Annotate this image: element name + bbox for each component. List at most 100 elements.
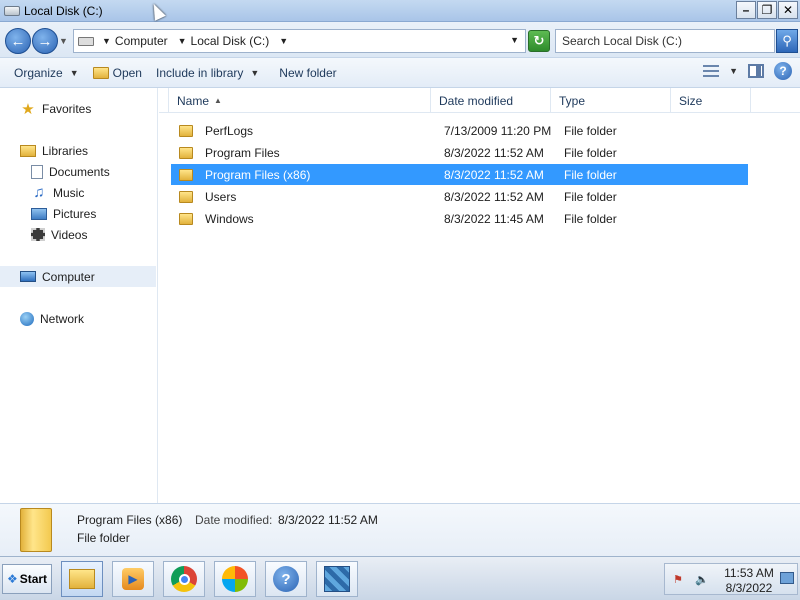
refresh-button[interactable]: ↻ [528, 30, 550, 52]
file-row[interactable]: PerfLogs 7/13/2009 11:20 PM File folder [171, 120, 748, 141]
nav-favorites[interactable]: ★ Favorites [0, 98, 156, 119]
star-icon: ★ [21, 100, 35, 118]
file-type: File folder [564, 167, 617, 182]
close-button[interactable]: ✕ [778, 1, 798, 19]
chevron-down-icon: ▼ [69, 67, 79, 78]
nav-computer[interactable]: Computer [0, 266, 156, 287]
column-spacer [159, 88, 169, 113]
file-row-selected[interactable]: Program Files (x86) 8/3/2022 11:52 AM Fi… [171, 164, 748, 185]
search-input[interactable]: Search Local Disk (C:) [555, 29, 775, 53]
forward-button[interactable]: → [32, 28, 58, 54]
folder-open-icon [92, 66, 109, 79]
taskbar-media-player[interactable]: ▶ [112, 561, 154, 597]
folder-icon [179, 190, 193, 203]
column-header-date-modified[interactable]: Date modified [431, 88, 551, 113]
libraries-icon [20, 144, 36, 157]
include-in-library-button[interactable]: Include in library ▼ [149, 62, 266, 84]
start-button[interactable]: ❖ Start [2, 564, 52, 594]
column-header-size[interactable]: Size [671, 88, 751, 113]
taskbar-setup[interactable] [316, 561, 358, 597]
nav-libraries[interactable]: Libraries [0, 140, 156, 161]
large-folder-icon [20, 508, 52, 552]
column-headers: Name ▲ Date modified Type Size [159, 88, 800, 113]
column-header-name[interactable]: Name ▲ [169, 88, 431, 113]
column-date-label: Date modified [439, 93, 514, 108]
taskbar-chrome[interactable] [163, 561, 205, 597]
action-center-alert-icon[interactable]: ⚑ [673, 573, 687, 587]
taskbar-windows-logo[interactable] [214, 561, 256, 597]
column-type-label: Type [559, 93, 586, 108]
open-label: Open [112, 65, 142, 80]
sort-ascending-icon: ▲ [214, 96, 222, 105]
drive-icon [4, 5, 20, 16]
file-name: Users [205, 189, 237, 204]
navigation-pane: ★ Favorites Libraries Documents ♫ Music … [0, 88, 158, 503]
file-row[interactable]: Program Files 8/3/2022 11:52 AM File fol… [171, 142, 748, 163]
chevron-right-icon[interactable]: ▼ [279, 36, 288, 46]
media-player-icon: ▶ [122, 568, 144, 590]
column-header-type[interactable]: Type [551, 88, 671, 113]
taskbar-explorer[interactable] [61, 561, 103, 597]
preview-pane-icon[interactable] [748, 64, 764, 78]
new-folder-button[interactable]: New folder [272, 62, 343, 84]
organize-button[interactable]: Organize ▼ [7, 62, 86, 84]
organize-label: Organize [14, 65, 63, 80]
address-history-dropdown-icon[interactable]: ▼ [510, 35, 519, 45]
nav-documents-label: Documents [49, 164, 110, 179]
nav-network-label: Network [40, 311, 85, 326]
file-row[interactable]: Users 8/3/2022 11:52 AM File folder [171, 186, 748, 207]
nav-pictures[interactable]: Pictures [0, 203, 156, 224]
breadcrumb-computer[interactable]: Computer [115, 34, 170, 48]
file-row[interactable]: Windows 8/3/2022 11:45 AM File folder [171, 208, 748, 229]
chevron-down-icon: ▼ [250, 67, 260, 78]
chevron-right-icon[interactable]: ▼ [178, 36, 187, 46]
file-date: 8/3/2022 11:52 AM [444, 167, 544, 182]
explorer-icon [69, 569, 95, 589]
folder-icon [179, 212, 193, 225]
recent-pages-dropdown-icon[interactable]: ▼ [59, 36, 68, 46]
open-button[interactable]: Open [86, 62, 149, 84]
file-name: PerfLogs [205, 123, 254, 138]
folder-icon [179, 168, 193, 181]
file-date: 8/3/2022 11:45 AM [444, 211, 544, 226]
breadcrumb-local-disk[interactable]: Local Disk (C:) [191, 34, 272, 48]
nav-videos-label: Videos [51, 227, 88, 242]
nav-documents[interactable]: Documents [0, 161, 156, 182]
view-options-dropdown-icon[interactable]: ▼ [729, 66, 738, 76]
chevron-right-icon[interactable]: ▼ [102, 36, 111, 46]
file-type: File folder [564, 123, 617, 138]
new-folder-label: New folder [279, 65, 337, 80]
view-controls: ▼ ? [703, 62, 792, 80]
nav-network[interactable]: Network [0, 308, 156, 329]
nav-favorites-label: Favorites [42, 101, 92, 116]
file-type: File folder [564, 211, 617, 226]
videos-icon [31, 228, 45, 241]
clock-date[interactable]: 8/3/2022 [721, 581, 777, 595]
start-label: Start [19, 572, 48, 586]
music-note-icon: ♫ [33, 184, 45, 201]
column-size-label: Size [679, 93, 703, 108]
minimize-button[interactable]: – [736, 1, 756, 19]
change-view-icon[interactable] [703, 65, 720, 77]
nav-pictures-label: Pictures [53, 206, 97, 221]
nav-videos[interactable]: Videos [0, 224, 156, 245]
search-icon[interactable]: ⚲ [776, 29, 798, 53]
maximize-button[interactable]: ❐ [757, 1, 777, 19]
taskbar-help[interactable]: ? [265, 561, 307, 597]
file-list-pane: Name ▲ Date modified Type Size PerfLogs … [159, 88, 800, 503]
nav-music[interactable]: ♫ Music [0, 182, 156, 203]
taskbar: ❖ Start ▶ ? ⚑ 🔈 11:53 AM 8/3/2022 [0, 556, 800, 600]
folder-icon [179, 124, 193, 137]
file-date: 8/3/2022 11:52 AM [444, 189, 544, 204]
column-name-label: Name [177, 93, 210, 108]
volume-muted-icon[interactable]: 🔈 [695, 573, 709, 587]
address-bar[interactable]: ▼ Computer ▼ Local Disk (C:) ▼ ▼ [73, 29, 526, 53]
include-in-library-label: Include in library [155, 65, 244, 80]
file-name: Program Files (x86) [205, 167, 311, 182]
back-button[interactable]: ← [5, 28, 31, 54]
help-icon[interactable]: ? [774, 62, 792, 80]
details-pane: Program Files (x86) Date modified: 8/3/2… [0, 503, 800, 556]
clock-time[interactable]: 11:53 AM [721, 566, 777, 580]
show-desktop-icon[interactable] [780, 572, 794, 584]
title-bar[interactable]: Local Disk (C:) – ❐ ✕ [0, 0, 800, 22]
